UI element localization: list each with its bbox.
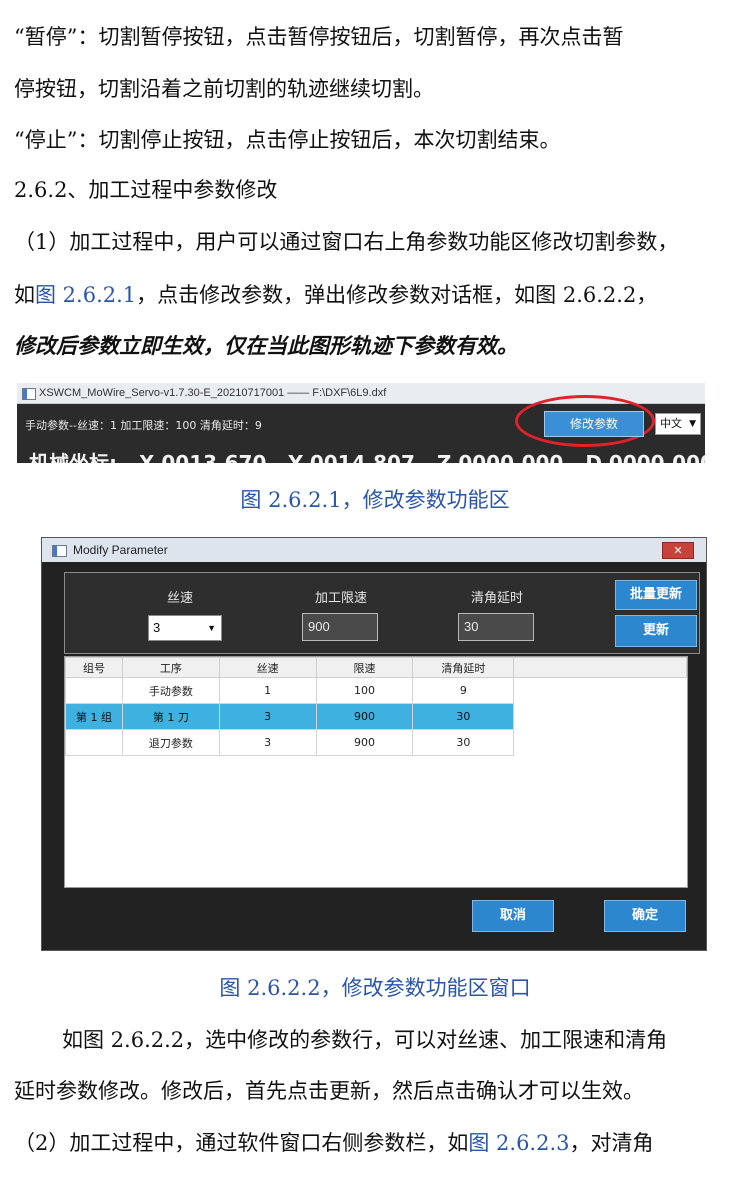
cell-speed: 3	[218, 729, 317, 756]
cell-filler	[513, 703, 687, 730]
machine-coordinates: 机械坐标: X 0013.670 Y 0014.807 Z 0000.000 D 000…	[29, 447, 705, 463]
close-button[interactable]: ✕	[662, 542, 694, 559]
table-header-row: 组号 工序 丝速 限速 清角延时	[65, 657, 687, 678]
cancel-button[interactable]: 取消	[472, 900, 554, 932]
cell-speed: 1	[218, 677, 317, 704]
figure2-caption: 图 2.6.2.2，修改参数功能区窗口	[219, 976, 531, 1000]
figure-ref-2-6-2-3[interactable]: 图 2.6.2.3	[468, 1131, 569, 1155]
cell-limit: 900	[315, 729, 414, 756]
table-row[interactable]: 退刀参数 3 900 30	[65, 729, 687, 756]
col-process[interactable]: 工序	[121, 657, 220, 678]
dialog-titlebar: Modify Parameter ✕	[42, 538, 706, 562]
corner-delay-input[interactable]: 30	[458, 613, 534, 641]
cell-group	[65, 729, 123, 756]
chevron-down-icon: ▼	[689, 419, 696, 429]
cell-group	[65, 677, 123, 704]
speed-limit-input[interactable]: 900	[302, 613, 378, 641]
coord-x: X 0013.670	[139, 451, 267, 463]
coord-z: Z 0000.000	[436, 451, 564, 463]
chevron-down-icon: ▼	[207, 623, 216, 633]
cell-process: 退刀参数	[121, 729, 220, 756]
table-row[interactable]: 手动参数 1 100 9	[65, 677, 687, 704]
cell-speed: 3	[218, 703, 317, 730]
parameter-edit-panel: 丝速 3 ▼ 加工限速 900 清角延时 30 批量更新 更新	[64, 572, 700, 654]
pause-description-line2: 停按钮，切割沿着之前切割的轨迹继续切割。	[14, 77, 434, 101]
dialog-title: Modify Parameter	[73, 543, 168, 557]
cell-filler	[514, 730, 687, 756]
figure-ref-2-6-2-1[interactable]: 图 2.6.2.1	[35, 283, 136, 307]
paragraph1-line2-post: ，点击修改参数，弹出修改参数对话框，如图 2.6.2.2，	[136, 283, 658, 307]
figure1-caption: 图 2.6.2.1，修改参数功能区	[240, 488, 510, 512]
section-heading: 2.6.2、加工过程中参数修改	[14, 178, 278, 202]
language-select[interactable]: 中文 ▼	[655, 413, 701, 435]
cell-delay: 30	[412, 729, 515, 756]
wire-speed-select[interactable]: 3 ▼	[148, 615, 222, 641]
manual-params-status: 手动参数--丝速：1 加工限速：100 清角延时：9	[25, 419, 262, 432]
speed-limit-label: 加工限速	[314, 591, 367, 606]
batch-update-button[interactable]: 批量更新	[615, 580, 697, 610]
cell-group: 第 1 组	[65, 703, 123, 730]
paragraph1-emphasis: 修改后参数立即生效，仅在当此图形轨迹下参数有效。	[14, 334, 518, 358]
col-filler	[513, 657, 687, 678]
table-row-selected[interactable]: 第 1 组 第 1 刀 3 900 30	[65, 703, 687, 730]
language-value: 中文	[660, 417, 682, 430]
app-window-icon	[22, 388, 36, 400]
cell-process: 手动参数	[121, 677, 220, 704]
paragraph2-line2: 延时参数修改。修改后，首先点击更新，然后点击确认才可以生效。	[14, 1079, 644, 1103]
modify-parameter-dialog: Modify Parameter ✕ 丝速 3 ▼ 加工限速 900 清角延时 …	[41, 537, 707, 951]
col-delay[interactable]: 清角延时	[412, 657, 515, 678]
coord-y: Y 0014.807	[288, 451, 415, 463]
paragraph3-line1: （2）加工过程中，通过软件窗口右侧参数栏，如图 2.6.2.3，对清角	[14, 1128, 750, 1158]
parameter-grid: 组号 工序 丝速 限速 清角延时 手动参数 1 100 9 第 1 组 第 1 …	[65, 657, 687, 756]
cell-limit: 100	[315, 677, 414, 704]
dialog-window-icon	[52, 545, 67, 557]
wire-speed-label: 丝速	[166, 591, 193, 606]
col-group[interactable]: 组号	[65, 657, 123, 678]
col-speed[interactable]: 丝速	[218, 657, 317, 678]
coord-d: D 0000.000	[585, 451, 705, 463]
corner-delay-label: 清角延时	[470, 591, 523, 606]
parameter-table: 组号 工序 丝速 限速 清角延时 手动参数 1 100 9 第 1 组 第 1 …	[64, 656, 688, 888]
app-title: XSWCM_MoWire_Servo-v1.7.30-E_20210717001…	[39, 387, 387, 399]
cell-filler	[514, 678, 687, 704]
stop-description: “停止”：切割停止按钮，点击停止按钮后，本次切割结束。	[14, 128, 561, 152]
confirm-button[interactable]: 确定	[604, 900, 686, 932]
paragraph3-pre: （2）加工过程中，通过软件窗口右侧参数栏，如	[14, 1131, 469, 1155]
paragraph2-line1: 如图 2.6.2.2，选中修改的参数行，可以对丝速、加工限速和清角	[62, 1028, 668, 1052]
wire-speed-value: 3	[153, 620, 161, 635]
pause-description-line1: “暂停”：切割暂停按钮，点击暂停按钮后，切割暂停，再次点击暂	[14, 25, 624, 49]
update-button[interactable]: 更新	[615, 615, 697, 647]
paragraph1-line2-pre: 如	[14, 283, 35, 307]
cell-delay: 9	[412, 677, 515, 704]
coords-label: 机械坐标:	[29, 451, 117, 463]
paragraph3-post: ，对清角	[569, 1131, 654, 1155]
paragraph1-line1: （1）加工过程中，用户可以通过窗口右上角参数功能区修改切割参数，	[14, 230, 679, 254]
cell-delay: 30	[412, 703, 515, 730]
col-limit[interactable]: 限速	[315, 657, 414, 678]
cell-process: 第 1 刀	[121, 703, 220, 730]
modify-parameter-button[interactable]: 修改参数	[544, 411, 644, 437]
cell-limit: 900	[315, 703, 414, 730]
figure-parameter-area: XSWCM_MoWire_Servo-v1.7.30-E_20210717001…	[17, 383, 705, 463]
paragraph1-line2: 如图 2.6.2.1，点击修改参数，弹出修改参数对话框，如图 2.6.2.2，	[14, 280, 750, 310]
